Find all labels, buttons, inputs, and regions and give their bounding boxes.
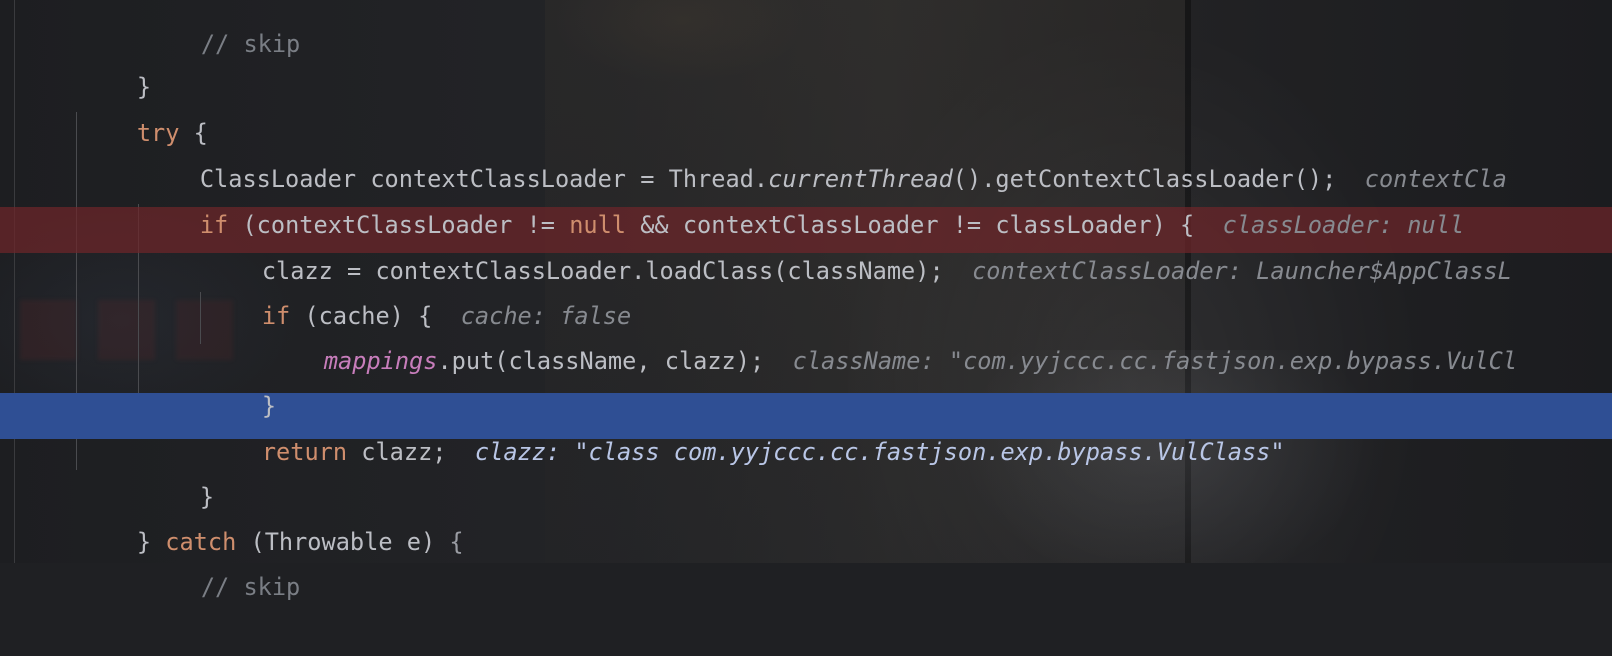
code-line-10[interactable]: return clazz; clazz: "class com.yyjccc.c… [205,383,1285,466]
code-line-4[interactable]: ClassLoader contextClassLoader = Thread.… [143,110,1507,193]
code-line-1[interactable]: // skip [144,0,300,58]
keyword-return: return [261,438,348,466]
code-line-6[interactable]: clazz = contextClassLoader.loadClass(cla… [205,202,1512,285]
comment: // skip [200,573,301,601]
code-line-7[interactable]: if (cache) { cache: false [205,247,631,330]
inline-value-hint: clazz: "class com.yyjccc.cc.fastjson.exp… [474,438,1285,466]
code-line-2[interactable]: } [80,18,151,101]
field-mappings: mappings [323,347,438,375]
return-value: clazz; [347,438,447,466]
inline-value-hint: contextClassLoader: Launcher$AppClassL [972,257,1512,285]
code-editor[interactable]: // skip } try { ClassLoader contextClass… [0,0,1612,601]
code-line-8[interactable]: mappings.put(className, clazz); classNam… [267,292,1517,375]
code-line-13[interactable]: // skip [144,518,300,601]
code-line-12[interactable]: } catch (Throwable e) { [80,473,464,556]
opening-brace: { [449,528,464,556]
code-line-5[interactable]: if (contextClassLoader != null && contex… [143,156,1464,239]
code-line-11[interactable]: } [143,428,214,511]
code-line-9[interactable]: } [205,337,276,420]
comment: // skip [200,30,301,58]
code-line-3[interactable]: try { [80,64,208,147]
method-call: .put(className, clazz); [437,347,765,375]
inline-value-hint: className: "com.yyjccc.cc.fastjson.exp.b… [792,347,1518,375]
